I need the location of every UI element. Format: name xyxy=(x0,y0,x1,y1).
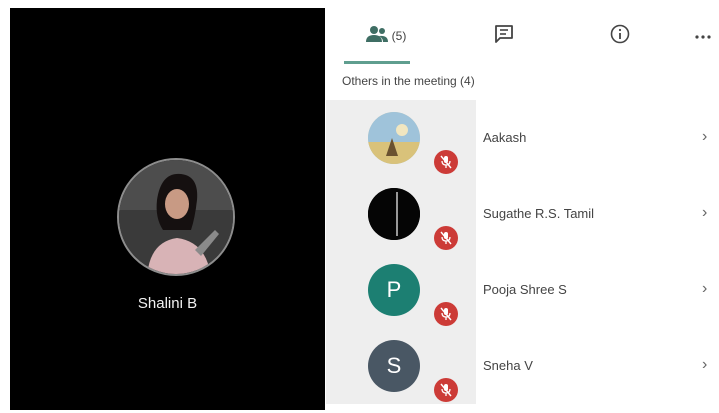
participant-name: Aakash xyxy=(483,130,527,145)
people-icon xyxy=(365,25,388,48)
avatar-area xyxy=(326,176,476,252)
participant-avatar xyxy=(368,188,420,240)
tab-chat[interactable] xyxy=(484,18,524,54)
avatar-letter: P xyxy=(386,277,402,302)
participant-name: Sugathe R.S. Tamil xyxy=(483,206,595,221)
participant-row[interactable]: S Sneha V › xyxy=(326,328,719,404)
panel-tabs: (5) xyxy=(326,0,719,66)
self-name: Shalini B xyxy=(137,295,198,312)
participant-row[interactable]: P Pooja Shree S › xyxy=(326,252,719,328)
self-video-tile: Shalini B xyxy=(10,8,325,410)
participant-name: Pooja Shree S xyxy=(483,282,567,297)
mic-off-icon xyxy=(434,150,458,174)
chevron-right-icon[interactable]: › xyxy=(702,204,707,222)
participant-avatar: S xyxy=(368,340,420,392)
more-options-button[interactable] xyxy=(688,18,718,54)
participant-name: Sneha V xyxy=(483,358,533,373)
tab-people[interactable]: (5) xyxy=(356,18,416,54)
chevron-right-icon[interactable]: › xyxy=(702,356,707,374)
people-count: (5) xyxy=(391,29,407,43)
active-tab-indicator xyxy=(344,61,410,64)
mic-off-icon xyxy=(434,378,458,402)
participant-avatar xyxy=(368,112,420,164)
avatar-area: S xyxy=(326,328,476,404)
participants-panel: (5) Others in the meeting (4) Aakash › S… xyxy=(326,0,719,413)
mic-off-icon xyxy=(434,302,458,326)
more-icon xyxy=(694,27,712,45)
avatar-area: P xyxy=(326,252,476,328)
participant-row[interactable]: Aakash › xyxy=(326,100,719,176)
tab-info[interactable] xyxy=(600,18,640,54)
participant-row[interactable]: Sugathe R.S. Tamil › xyxy=(326,176,719,252)
avatar-area xyxy=(326,100,476,176)
mic-off-icon xyxy=(434,226,458,250)
info-icon xyxy=(610,24,630,49)
chevron-right-icon[interactable]: › xyxy=(702,280,707,298)
chat-icon xyxy=(494,24,514,49)
avatar-letter: S xyxy=(386,353,402,378)
section-title: Others in the meeting (4) xyxy=(342,74,475,88)
self-avatar xyxy=(117,158,235,276)
chevron-right-icon[interactable]: › xyxy=(702,128,707,146)
participant-avatar: P xyxy=(368,264,420,316)
